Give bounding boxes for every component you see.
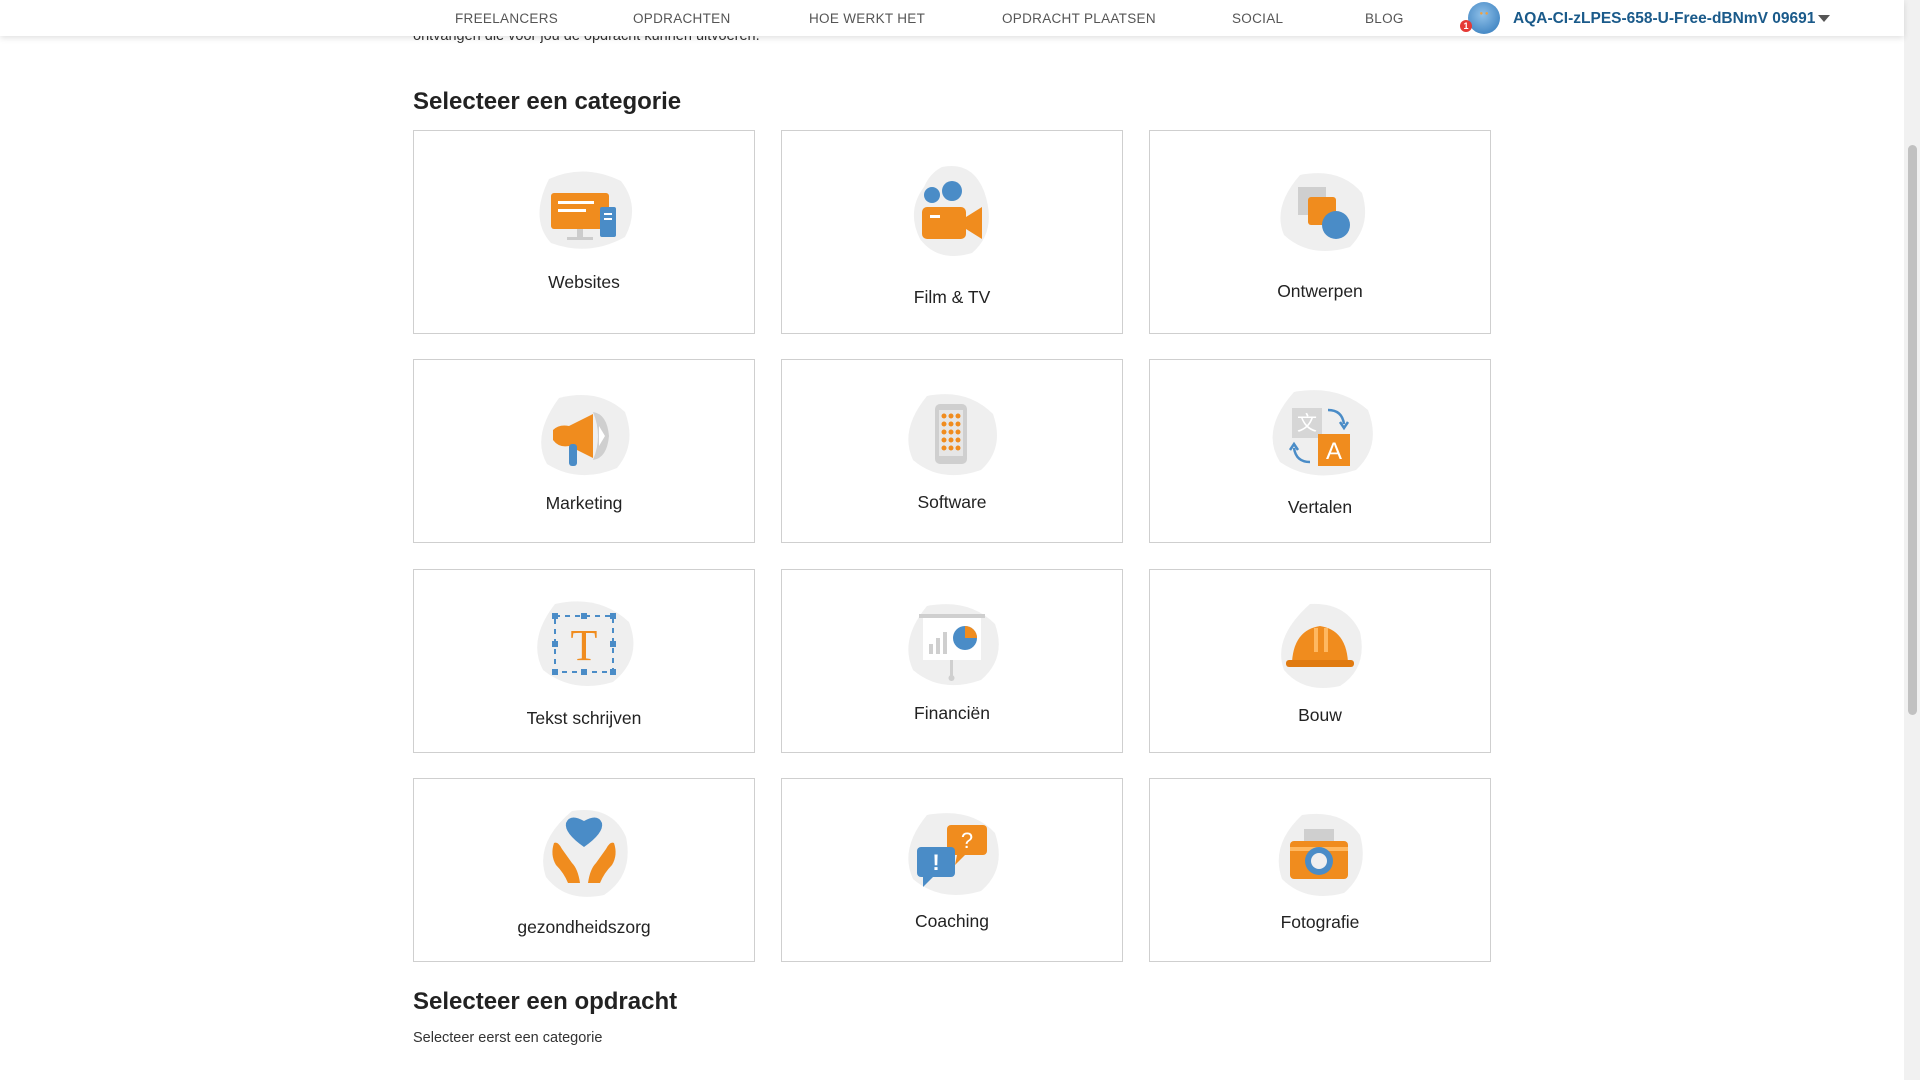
page-scrollbar[interactable]: [1904, 0, 1920, 1080]
heart-hands-icon: [543, 810, 628, 897]
svg-text:文: 文: [1297, 412, 1317, 435]
chevron-down-icon[interactable]: [1818, 15, 1830, 22]
category-label: Software: [917, 492, 987, 512]
category-label: Coaching: [915, 911, 989, 931]
category-label: Fotografie: [1280, 912, 1360, 932]
avatar[interactable]: ● ●: [1468, 2, 1500, 34]
chat-bubbles-icon: ? !: [908, 813, 999, 895]
assignments-helper-text: Selecteer eerst een categorie: [413, 1030, 603, 1046]
avatar-logo-icon: ● ●: [1479, 11, 1489, 17]
category-card-coaching[interactable]: ? ! Coaching: [781, 778, 1123, 962]
category-label: Bouw: [1298, 705, 1342, 725]
category-label: Websites: [548, 272, 620, 292]
nav-link-opdracht-plaatsen[interactable]: OPDRACHT PLAATSEN: [1002, 11, 1156, 26]
scrollbar-thumb[interactable]: [1908, 145, 1917, 715]
svg-text:!: !: [932, 850, 939, 875]
username[interactable]: AQA-CI-zLPES-658-U-Free-dBNmV 09691: [1513, 10, 1815, 28]
nav-link-hoe-werkt-het[interactable]: HOE WERKT HET: [809, 11, 925, 26]
design-icon: [1280, 173, 1366, 251]
camera-icon: [1278, 813, 1363, 896]
translate-icon: 文 A: [1272, 390, 1373, 476]
user-menu[interactable]: ● ● 1 AQA-CI-zLPES-658-U-Free-dBNmV 0969…: [1460, 0, 1856, 36]
category-label: Film & TV: [913, 287, 991, 307]
text-icon: T: [537, 601, 634, 686]
category-card-vertalen[interactable]: 文 A Vertalen: [1149, 359, 1491, 543]
category-card-financien[interactable]: Financiën: [781, 569, 1123, 753]
hard-hat-icon: [1281, 603, 1362, 688]
nav-link-blog[interactable]: BLOG: [1365, 11, 1404, 26]
notification-badge[interactable]: 1: [1460, 20, 1472, 32]
category-card-gezondheidszorg[interactable]: gezondheidszorg: [413, 778, 755, 962]
category-label: gezondheidszorg: [517, 917, 651, 937]
category-label: Marketing: [545, 493, 623, 513]
nav-link-social[interactable]: SOCIAL: [1232, 11, 1283, 26]
film-tv-icon: [913, 166, 989, 256]
top-navigation: FREELANCERS OPDRACHTEN HOE WERKT HET OPD…: [0, 0, 1904, 36]
category-label: Vertalen: [1287, 497, 1353, 517]
category-label: Financiën: [914, 703, 990, 723]
megaphone-icon: [541, 395, 630, 476]
svg-text:?: ?: [961, 828, 973, 853]
category-label: Ontwerpen: [1277, 281, 1363, 301]
presentation-chart-icon: [908, 604, 999, 686]
assignments-title: Selecteer een opdracht: [413, 988, 678, 1015]
category-card-film-tv[interactable]: Film & TV: [781, 130, 1123, 334]
nav-link-opdrachten[interactable]: OPDRACHTEN: [633, 11, 731, 26]
svg-text:A: A: [1326, 438, 1342, 465]
category-card-marketing[interactable]: Marketing: [413, 359, 755, 543]
category-card-software[interactable]: Software: [781, 359, 1123, 543]
mobile-app-icon: [908, 394, 997, 476]
category-card-bouw[interactable]: Bouw: [1149, 569, 1491, 753]
svg-text:T: T: [571, 621, 598, 670]
websites-icon: [539, 171, 633, 249]
category-label: Tekst schrijven: [526, 708, 642, 728]
categories-title: Selecteer een categorie: [413, 88, 682, 115]
category-card-ontwerpen[interactable]: Ontwerpen: [1149, 130, 1491, 334]
nav-link-freelancers[interactable]: FREELANCERS: [455, 11, 558, 26]
category-card-fotografie[interactable]: Fotografie: [1149, 778, 1491, 962]
category-card-tekst-schrijven[interactable]: T Tekst schrijven: [413, 569, 755, 753]
category-card-websites[interactable]: Websites: [413, 130, 755, 334]
